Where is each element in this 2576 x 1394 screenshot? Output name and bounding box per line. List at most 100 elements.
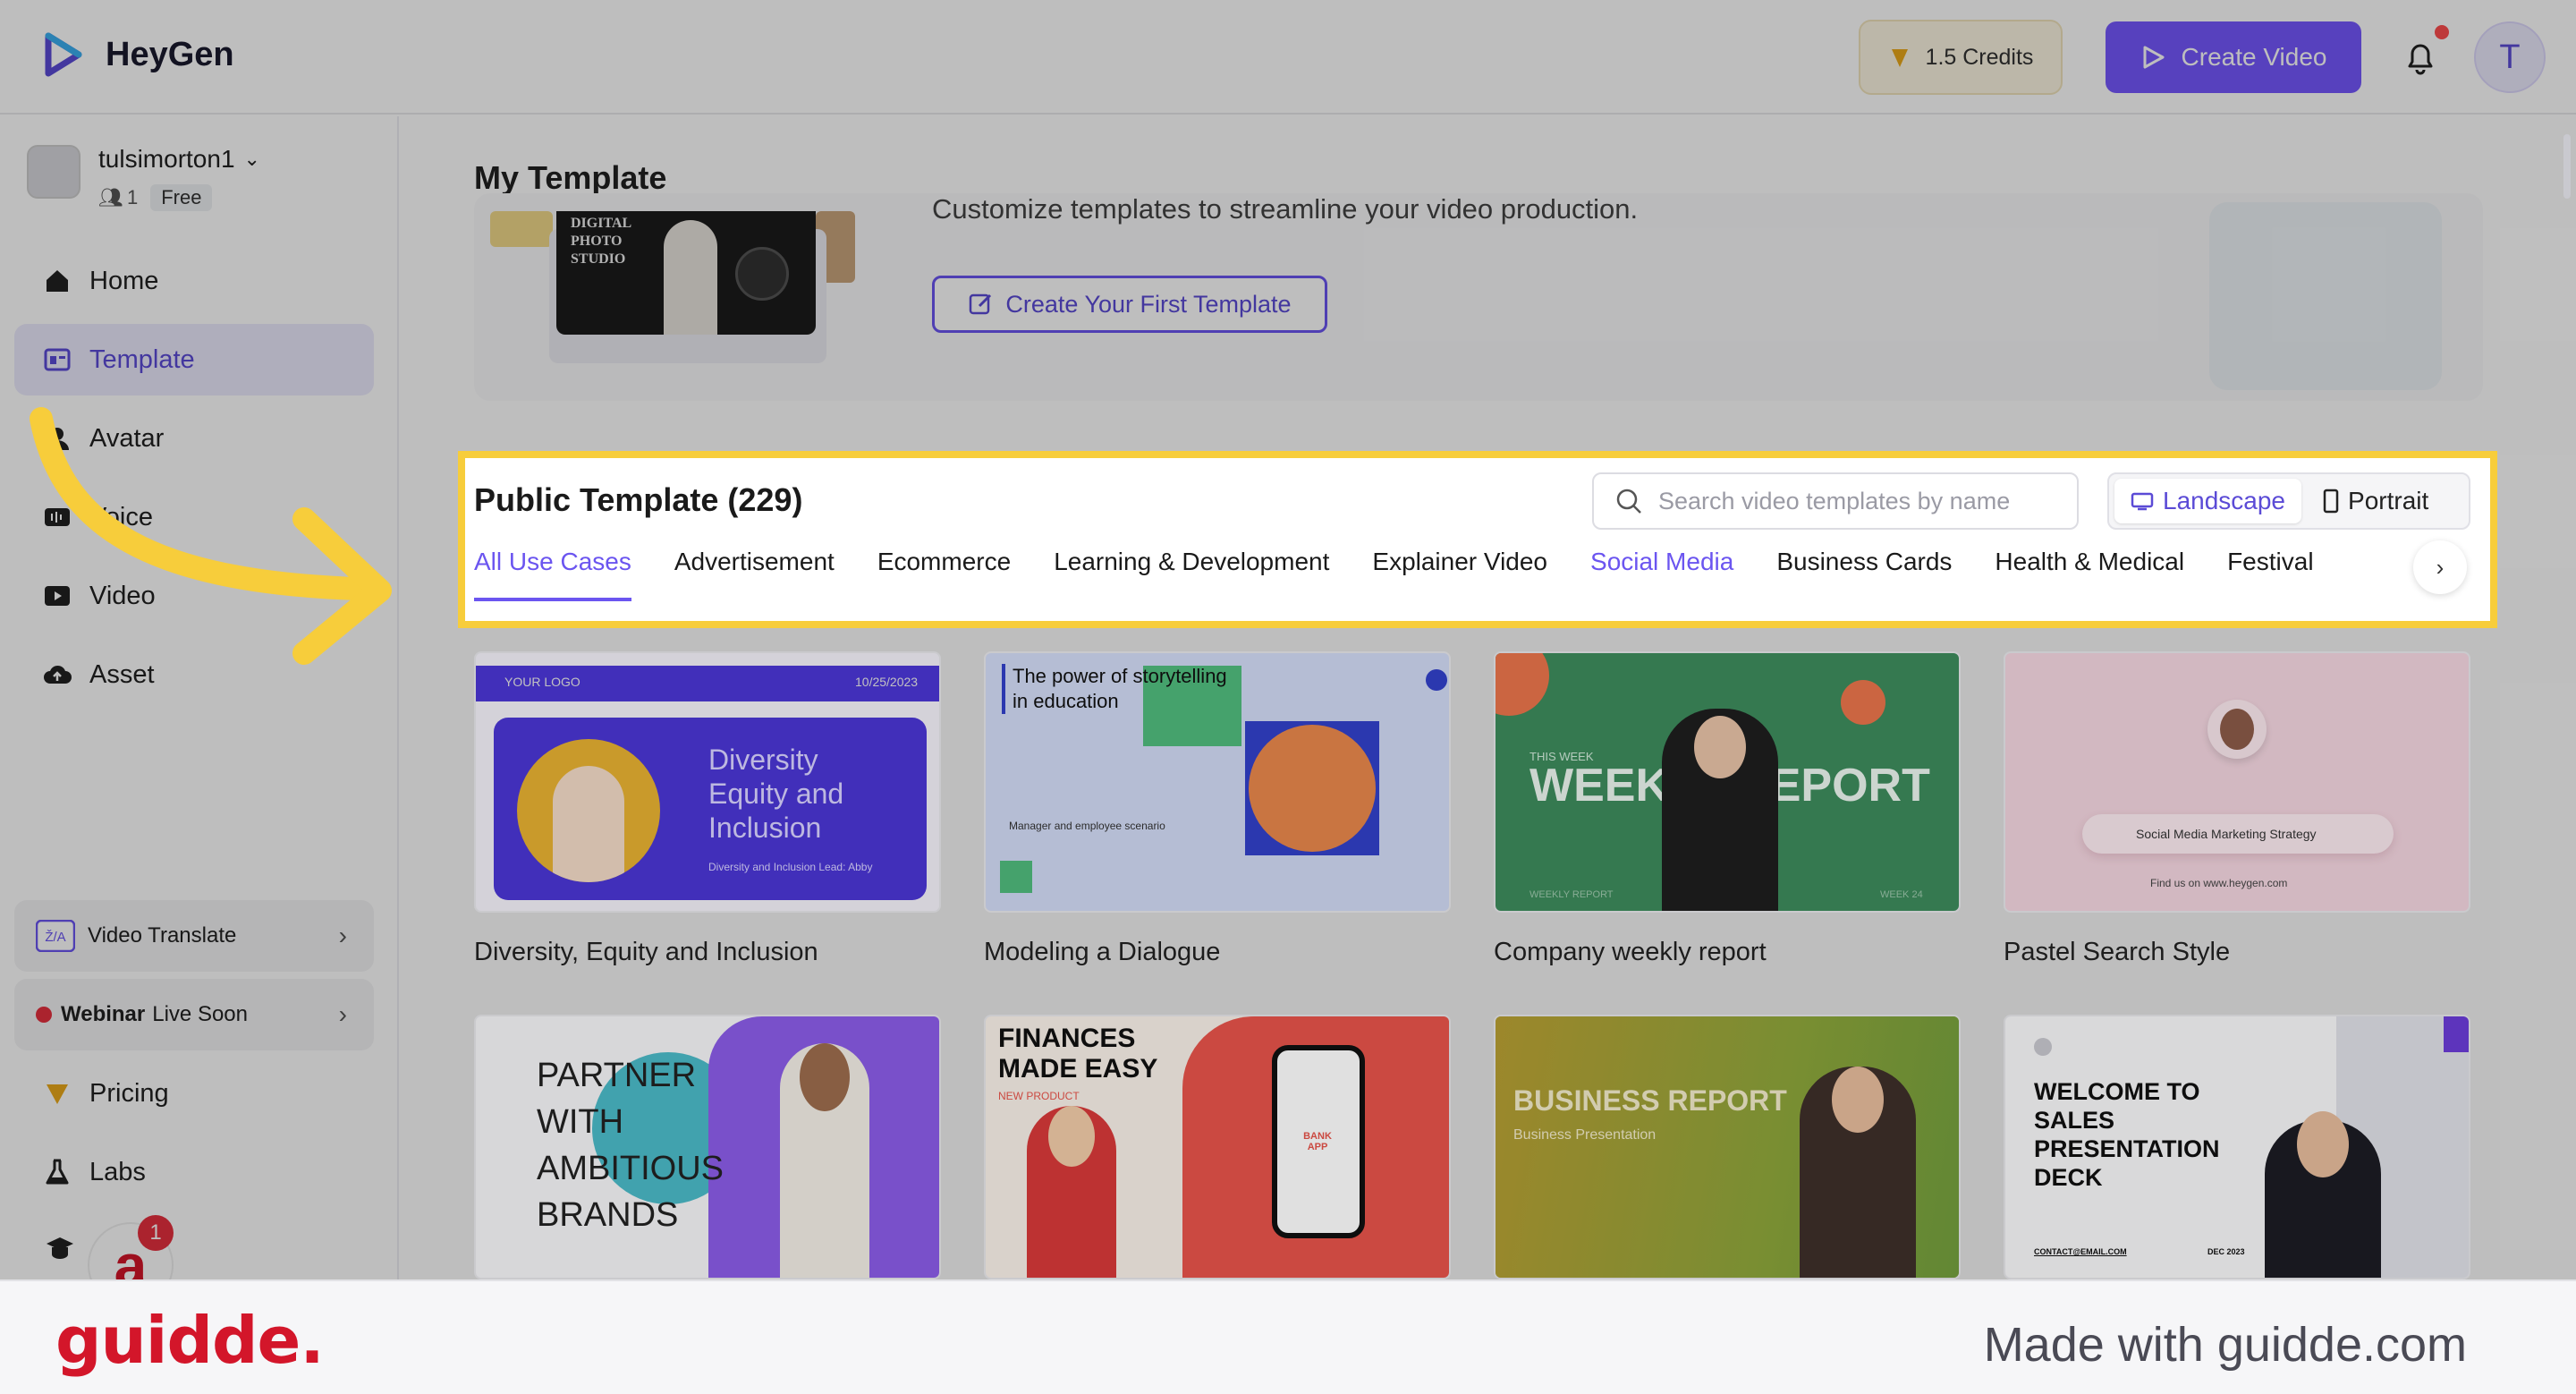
create-video-button[interactable]: Create Video (2106, 21, 2361, 93)
heygen-logo[interactable]: HeyGen (38, 29, 234, 81)
user-avatar[interactable]: T (2474, 21, 2546, 93)
tab-festival[interactable]: Festival (2227, 548, 2313, 601)
thumb-person (664, 220, 717, 335)
edit-template-icon (970, 293, 992, 315)
thumb-presenter-face (1048, 1106, 1095, 1167)
thumb-presenter (1800, 1067, 1916, 1278)
credits-icon (1891, 49, 1908, 67)
thumb-gear-mark (2034, 1038, 2052, 1056)
tab-learning-development[interactable]: Learning & Development (1054, 548, 1329, 601)
my-template-subtitle: Customize templates to streamline your v… (932, 193, 1639, 225)
sidebar-item-label: Labs (89, 1157, 146, 1186)
template-card-diversity[interactable]: YOUR LOGO 10/25/2023 Diversity Equity an… (474, 651, 941, 913)
thumb-heading: WELCOME TO SALES PRESENTATION DECK (2034, 1078, 2220, 1191)
tab-health-medical[interactable]: Health & Medical (1995, 548, 2184, 601)
template-card-business-report[interactable]: BUSINESS REPORT Business Presentation (1494, 1015, 1961, 1279)
page-scrollbar[interactable] (2563, 134, 2571, 199)
thumb-heading: The power of storytelling in education (1002, 664, 1234, 714)
thumb-presenter-face (1694, 716, 1746, 778)
sidebar-item-label: Pricing (89, 1078, 169, 1108)
credits-button[interactable]: 1.5 Credits (1859, 20, 2063, 95)
create-video-label: Create Video (2181, 43, 2327, 71)
thumb-front-text: DIGITAL PHOTO STUDIO (571, 216, 631, 267)
thumb-caption: Diversity and Inclusion Lead: Abby (708, 861, 873, 873)
landscape-button[interactable]: Landscape (2114, 479, 2302, 523)
sidebar-item-labs[interactable]: Labs (14, 1136, 374, 1208)
credits-label: 1.5 Credits (1925, 44, 2034, 70)
template-search[interactable] (1592, 472, 2079, 530)
guidde-logo: guidde. (55, 1303, 325, 1378)
orientation-toggle: Landscape Portrait (2107, 472, 2470, 530)
template-icon (44, 348, 71, 371)
tab-business-cards[interactable]: Business Cards (1776, 548, 1952, 601)
sidebar-item-home[interactable]: Home (14, 245, 374, 317)
thumb-logo-text: YOUR LOGO (504, 675, 580, 689)
video-translate-promo[interactable]: Ž/A Video Translate › (14, 900, 374, 972)
pricing-icon (47, 1084, 68, 1104)
home-icon (47, 270, 68, 292)
webinar-promo[interactable]: Webinar Live Soon › (14, 979, 374, 1050)
plan-badge: Free (150, 184, 213, 211)
card-decoration (2209, 202, 2442, 390)
svg-text:Ž/A: Ž/A (45, 930, 65, 945)
tab-all-use-cases[interactable]: All Use Cases (474, 548, 631, 601)
education-icon[interactable] (45, 1233, 75, 1263)
thumb-front: DIGITAL PHOTO STUDIO (556, 211, 816, 335)
landscape-icon (2131, 492, 2154, 511)
tab-explainer-video[interactable]: Explainer Video (1372, 548, 1547, 601)
use-case-tabs: All Use Cases Advertisement Ecommerce Le… (474, 548, 2357, 601)
template-title[interactable]: Diversity, Equity and Inclusion (474, 938, 818, 967)
thumb-heading: BUSINESS REPORT (1513, 1084, 1787, 1117)
template-card-dialogue[interactable]: The power of storytelling in education M… (984, 651, 1451, 913)
members-count: 1 (126, 186, 139, 208)
account-name: tulsimorton1 (98, 145, 235, 173)
search-icon (1616, 489, 1641, 514)
template-card-pastel-search[interactable]: Social Media Marketing Strategy Find us … (2004, 651, 2470, 913)
translate-icon: Ž/A (36, 920, 75, 952)
thumb-presenter-face (1249, 725, 1376, 852)
thumb-orange-circle (1496, 653, 1549, 716)
thumb-presenter-face (2297, 1111, 2349, 1177)
guidde-footer: guidde. Made with guidde.com (0, 1279, 2576, 1394)
thumb-search-bar: Social Media Marketing Strategy (2082, 814, 2394, 854)
thumb-back-left (490, 211, 553, 247)
tab-social-media[interactable]: Social Media (1590, 548, 1733, 601)
portrait-label: Portrait (2348, 487, 2429, 514)
template-thumb-stack: DIGITAL PHOTO STUDIO (490, 211, 866, 399)
account-meta: 👥︎ 1 Free (98, 184, 260, 211)
thumb-footer-right: DEC 2023 (2207, 1247, 2245, 1256)
app-name: HeyGen (106, 35, 234, 73)
thumb-caption: Business Presentation (1513, 1127, 1657, 1143)
thumb-phone: BANK APP (1272, 1045, 1365, 1238)
template-title[interactable]: Modeling a Dialogue (984, 938, 1220, 967)
thumb-lamp (735, 247, 789, 301)
dim-overlay-side-right (2497, 451, 2576, 628)
thumb-presenter (780, 1043, 869, 1278)
thumb-presenter (1027, 1106, 1116, 1278)
tab-advertisement[interactable]: Advertisement (674, 548, 835, 601)
template-title[interactable]: Pastel Search Style (2004, 938, 2230, 967)
portrait-button[interactable]: Portrait (2307, 479, 2445, 523)
sidebar-item-template[interactable]: Template (14, 324, 374, 395)
workspace-avatar (27, 145, 80, 199)
template-card-weekly-report[interactable]: THIS WEEK WEEKLY REPORT WEEKLY REPORT WE… (1494, 651, 1961, 913)
chevron-right-icon: › (338, 1000, 347, 1028)
account-switcher[interactable]: tulsimorton1 ⌄ 👥︎ 1 Free (27, 145, 260, 211)
template-title[interactable]: Company weekly report (1494, 938, 1767, 967)
sidebar-item-pricing[interactable]: Pricing (14, 1058, 374, 1129)
tabs-next-button[interactable]: › (2413, 540, 2467, 594)
thumb-footer-right: WEEK 24 (1880, 889, 1923, 900)
template-card-partner[interactable]: PARTNER WITH AMBITIOUS BRANDS (474, 1015, 941, 1279)
create-first-template-button[interactable]: Create Your First Template (932, 276, 1327, 333)
thumb-date-text: 10/25/2023 (855, 675, 919, 689)
thumb-presenter (517, 739, 660, 882)
bell-icon[interactable] (2401, 38, 2440, 77)
tab-ecommerce[interactable]: Ecommerce (877, 548, 1011, 601)
thumb-caption: Manager and employee scenario (1009, 820, 1165, 832)
template-card-sales-deck[interactable]: WELCOME TO SALES PRESENTATION DECK CONTA… (2004, 1015, 2470, 1279)
template-card-finances[interactable]: FINANCES MADE EASY NEW PRODUCT BANK APP (984, 1015, 1451, 1279)
thumb-avatar-face (2220, 709, 2254, 750)
search-input[interactable] (1658, 487, 2070, 515)
account-name-row: tulsimorton1 ⌄ (98, 145, 260, 174)
thumb-phone-text: BANK APP (1303, 1131, 1332, 1152)
